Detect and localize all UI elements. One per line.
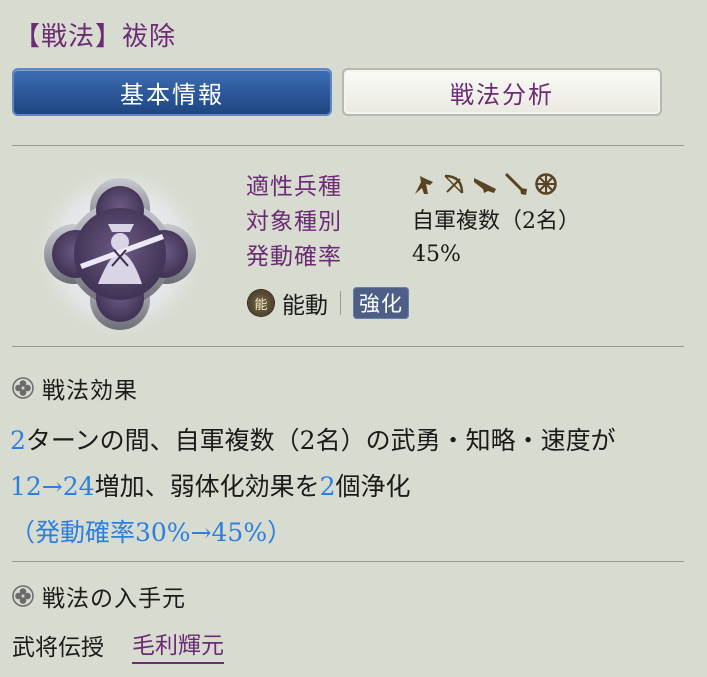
source-row: 武将伝授 毛利輝元 bbox=[12, 626, 224, 664]
activation-rate-value: 45% bbox=[412, 241, 461, 267]
gun-icon bbox=[474, 178, 496, 193]
divider bbox=[12, 561, 684, 562]
source-section-title: 戦法の入手元 bbox=[42, 586, 186, 612]
info-row-target: 対象種別 自軍複数（2名） bbox=[246, 201, 580, 237]
cavalry-icon bbox=[415, 176, 433, 194]
effect-text: ターンの間、自軍複数（2名）の武勇・知略・速度が bbox=[25, 426, 616, 455]
effect-description: 2ターンの間、自軍複数（2名）の武勇・知略・速度が12→24増加、弱体化効果を2… bbox=[10, 418, 690, 556]
wheel-icon bbox=[535, 173, 557, 195]
divider bbox=[12, 346, 684, 347]
bow-icon bbox=[444, 174, 464, 194]
divider bbox=[12, 145, 684, 146]
clover-icon bbox=[12, 585, 34, 607]
source-type-label: 武将伝授 bbox=[12, 635, 104, 661]
info-row-troop-types: 適性兵種 bbox=[246, 166, 558, 202]
tab-bar: 基本情報 戦法分析 bbox=[12, 68, 664, 120]
page-title: 【戦法】祓除 bbox=[14, 22, 177, 52]
effect-text: 増加、弱体化効果を bbox=[94, 472, 320, 501]
tactic-emblem-icon bbox=[30, 162, 210, 342]
trait-separator bbox=[340, 291, 341, 315]
source-section-header: 戦法の入手元 bbox=[12, 579, 186, 613]
target-type-label: 対象種別 bbox=[246, 209, 342, 235]
effect-section-title: 戦法効果 bbox=[42, 378, 138, 404]
target-type-value: 自軍複数（2名） bbox=[412, 209, 580, 234]
effect-cleanse-count: 2 bbox=[319, 472, 336, 501]
active-type-label: 能動 bbox=[282, 293, 328, 319]
clover-icon bbox=[12, 377, 34, 399]
effect-turns: 2 bbox=[10, 426, 26, 455]
spear-icon bbox=[504, 172, 527, 195]
general-link[interactable]: 毛利輝元 bbox=[132, 626, 224, 664]
tab-tactic-analysis[interactable]: 戦法分析 bbox=[342, 68, 662, 116]
tab-basic-info[interactable]: 基本情報 bbox=[12, 68, 332, 116]
activation-rate-label: 発動確率 bbox=[246, 244, 342, 270]
active-type-icon: 能 bbox=[248, 290, 274, 316]
effect-stat-increase: 12→24 bbox=[10, 472, 95, 501]
troop-type-icons bbox=[412, 172, 558, 196]
tactic-traits: 能 能動 強化 bbox=[248, 286, 409, 320]
info-row-rate: 発動確率 45% bbox=[246, 236, 461, 272]
buff-badge: 強化 bbox=[353, 287, 409, 319]
effect-activation-rate: （発動確率30%→45%） bbox=[10, 518, 293, 547]
effect-text: 個浄化 bbox=[335, 472, 411, 501]
effect-section-header: 戦法効果 bbox=[12, 371, 138, 405]
troop-types-label: 適性兵種 bbox=[246, 174, 342, 200]
